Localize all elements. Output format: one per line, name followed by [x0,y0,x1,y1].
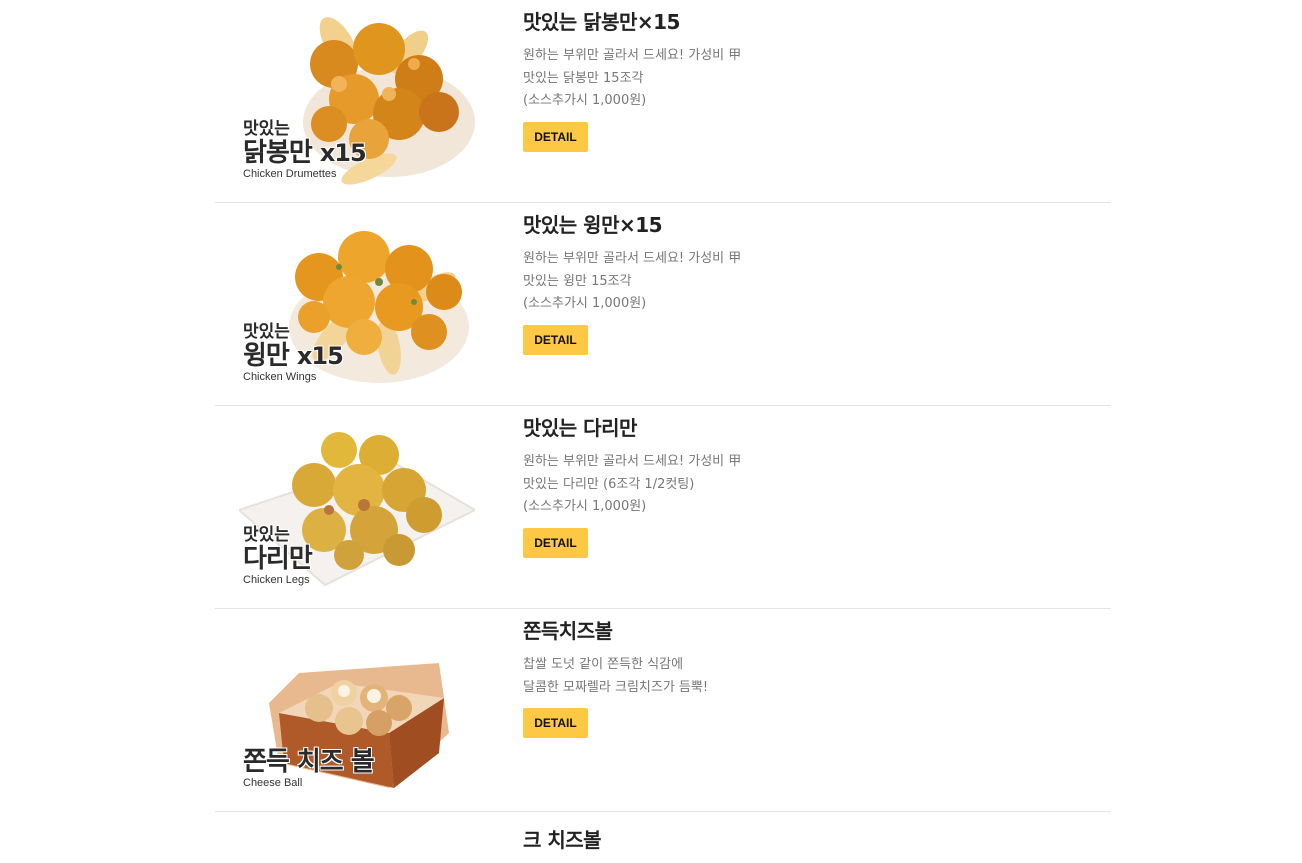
detail-button[interactable]: DETAIL [523,121,588,152]
desc-line: 달콤한 모짜렐라 크림치즈가 듬뿍! [523,679,709,695]
menu-title[interactable]: 쫀득치즈볼 [523,615,1083,644]
image-caption: 맛있는 닭봉만 x15 Chicken Drumettes [243,119,367,181]
menu-info: 크 치즈볼 [523,824,1083,863]
product-image[interactable]: 맛있는 닭봉만 x15 Chicken Drumettes [239,4,475,186]
menu-item: 맛있는 다리만 Chicken Legs 맛있는 다리만 원하는 부위만 골라서 … [215,406,1111,609]
caption-line1: 맛있는 [243,525,290,545]
menu-item: 쫀득 치즈 볼 Cheese Ball 쫀득치즈볼 찹쌀 도넛 같이 쫀득한 식… [215,609,1111,812]
menu-info: 쫀득치즈볼 찹쌀 도넛 같이 쫀득한 식감에 달콤한 모짜렐라 크림치즈가 듬뿍… [523,615,1083,738]
menu-description: 찹쌀 도넛 같이 쫀득한 식감에 달콤한 모짜렐라 크림치즈가 듬뿍! [523,654,1083,699]
image-caption: 쫀득 치즈 볼 Cheese Ball [243,747,375,789]
caption-line2: 쫀득 치즈 볼 [243,747,375,777]
caption-english: Chicken Legs [243,574,310,586]
desc-line: 원하는 부위만 골라서 드세요! 가성비 甲 [523,251,742,266]
menu-info: 맛있는 다리만 원하는 부위만 골라서 드세요! 가성비 甲 맛있는 다리만 (… [523,412,1083,558]
menu-list: 맛있는 닭봉만 x15 Chicken Drumettes 맛있는 닭봉만×15 … [215,0,1111,852]
detail-button[interactable]: DETAIL [523,527,588,558]
menu-info: 맛있는 닭봉만×15 원하는 부위만 골라서 드세요! 가성비 甲 맛있는 닭봉… [523,6,1083,152]
desc-line: (소스추가시 1,000원) [523,93,647,108]
menu-title[interactable]: 맛있는 다리만 [523,412,1083,441]
desc-line: 맛있는 윙만 15조각 [523,273,632,289]
caption-english: Cheese Ball [243,777,303,789]
product-image[interactable]: 맛있는 윙만 x15 Chicken Wings [239,207,475,389]
desc-line: 맛있는 닭봉만 15조각 [523,70,644,86]
desc-line: 원하는 부위만 골라서 드세요! 가성비 甲 [523,48,742,63]
detail-button[interactable]: DETAIL [523,708,588,738]
image-caption: 맛있는 다리만 Chicken Legs [243,525,313,587]
desc-line: 맛있는 다리만 (6조각 1/2컷팅) [523,476,695,492]
caption-line2: 윙만 [243,341,290,371]
caption-line1: 맛있는 [243,119,290,139]
menu-item: 크 치즈볼 [215,812,1111,852]
image-caption: 맛있는 윙만 x15 Chicken Wings [243,322,344,384]
menu-description: 원하는 부위만 골라서 드세요! 가성비 甲 맛있는 윙만 15조각 (소스추가… [523,248,1083,316]
caption-mult: x15 [319,139,367,167]
menu-info: 맛있는 윙만×15 원하는 부위만 골라서 드세요! 가성비 甲 맛있는 윙만 … [523,209,1083,355]
menu-description: 원하는 부위만 골라서 드세요! 가성비 甲 맛있는 닭봉만 15조각 (소스추… [523,45,1083,113]
caption-line2: 다리만 [243,544,313,574]
menu-title[interactable]: 맛있는 윙만×15 [523,209,1083,238]
caption-line1: 맛있는 [243,322,290,342]
menu-title[interactable]: 맛있는 닭봉만×15 [523,6,1083,35]
caption-line2: 닭봉만 [243,138,313,168]
product-image[interactable]: 맛있는 다리만 Chicken Legs [239,410,475,592]
menu-item: 맛있는 윙만 x15 Chicken Wings 맛있는 윙만×15 원하는 부위… [215,203,1111,406]
detail-button[interactable]: DETAIL [523,324,588,355]
caption-mult: x15 [296,342,344,370]
caption-english: Chicken Wings [243,371,317,383]
product-image[interactable]: 쫀득 치즈 볼 Cheese Ball [239,613,475,795]
desc-line: (소스추가시 1,000원) [523,296,647,311]
menu-item: 맛있는 닭봉만 x15 Chicken Drumettes 맛있는 닭봉만×15 … [215,0,1111,203]
menu-description: 원하는 부위만 골라서 드세요! 가성비 甲 맛있는 다리만 (6조각 1/2컷… [523,451,1083,519]
caption-english: Chicken Drumettes [243,168,337,180]
desc-line: (소스추가시 1,000원) [523,499,647,514]
desc-line: 찹쌀 도넛 같이 쫀득한 식감에 [523,657,684,672]
menu-title[interactable]: 크 치즈볼 [523,824,1083,853]
desc-line: 원하는 부위만 골라서 드세요! 가성비 甲 [523,454,742,469]
